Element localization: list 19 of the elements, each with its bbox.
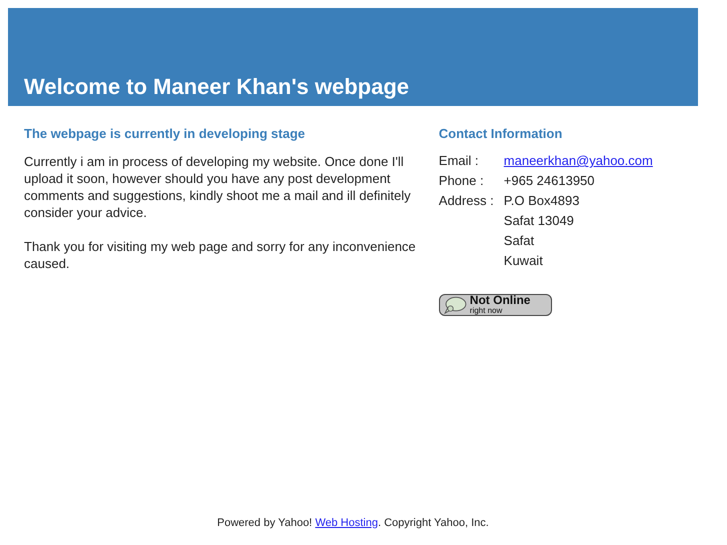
paragraph: Currently i am in process of developing my website. Once done I'll upload it soon, however should you have any post development comments and suggestions, kindly shoot me a mail and ill definitely consider your advice. <box>24 153 412 221</box>
status-sublabel: right now <box>470 306 504 315</box>
field-label: Address : <box>438 192 495 210</box>
page-title: Welcome to Maneer Khan's webpage <box>24 74 410 100</box>
field-label: Email : <box>438 152 480 170</box>
email-link[interactable]: maneerkhan@yahoo.com <box>504 151 653 171</box>
paragraph: Thank you for visiting my web page and sorry for any inconvenience caused. <box>24 238 417 272</box>
section-heading: Contact Information <box>438 126 564 141</box>
section-heading: The webpage is currently in developing stage <box>24 126 306 141</box>
field-value: Safat 13049 <box>504 212 574 230</box>
field-value: +965 24613950 <box>504 172 595 190</box>
status-label: Not Online <box>470 295 530 306</box>
chat-bubble-icon <box>442 296 467 314</box>
field-label: Phone : <box>438 172 485 190</box>
field-value: Kuwait <box>504 252 543 270</box>
field-value: Safat <box>504 232 534 250</box>
field-value: P.O Box4893 <box>504 192 580 210</box>
footer-text: Powered by Yahoo! Web Hosting. Copyright Yahoo, Inc. <box>217 517 489 529</box>
hosting-link[interactable]: Web Hosting <box>315 517 378 529</box>
